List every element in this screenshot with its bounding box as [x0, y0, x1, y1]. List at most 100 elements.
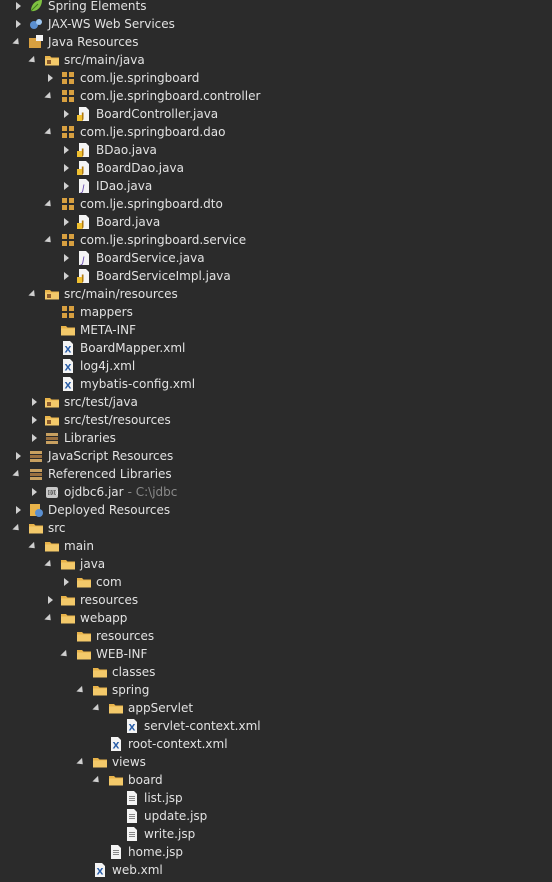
tree-item[interactable]: com.lje.springboard.dto [0, 195, 552, 213]
collapse-arrow-icon[interactable] [12, 451, 22, 461]
collapse-arrow-icon[interactable] [60, 181, 70, 191]
expand-arrow-icon[interactable] [60, 649, 70, 659]
expand-arrow-icon[interactable] [28, 541, 38, 551]
tree-item[interactable]: com.lje.springboard.service [0, 231, 552, 249]
collapse-arrow-icon[interactable] [44, 595, 54, 605]
tree-item[interactable]: J BoardDao.java [0, 159, 552, 177]
tree-item[interactable]: JAX-WS Web Services [0, 15, 552, 33]
tree-item[interactable]: J BDao.java [0, 141, 552, 159]
tree-item[interactable]: java [0, 555, 552, 573]
collapse-arrow-icon[interactable] [12, 1, 22, 11]
tree-item[interactable]: Xlog4j.xml [0, 357, 552, 375]
folder-icon [60, 322, 76, 338]
tree-item[interactable]: Xweb.xml [0, 861, 552, 879]
project-explorer-tree: Spring Elements JAX-WS Web Services Java R… [0, 0, 552, 882]
tree-item[interactable]: Deployed Resources [0, 501, 552, 519]
tree-item[interactable]: board [0, 771, 552, 789]
tree-item[interactable]: src/test/java [0, 393, 552, 411]
tree-item[interactable]: J Board.java [0, 213, 552, 231]
tree-item[interactable]: Xservlet-context.xml [0, 717, 552, 735]
expand-arrow-icon[interactable] [44, 91, 54, 101]
collapse-arrow-icon[interactable] [60, 163, 70, 173]
tree-item[interactable]: mappers [0, 303, 552, 321]
tree-item-label: Referenced Libraries [48, 467, 172, 481]
tree-item[interactable]: META-INF [0, 321, 552, 339]
expand-arrow-icon[interactable] [28, 55, 38, 65]
tree-item[interactable]: write.jsp [0, 825, 552, 843]
java-class-file-icon: J [76, 214, 92, 230]
collapse-arrow-icon[interactable] [12, 19, 22, 29]
tree-item[interactable]: resources [0, 627, 552, 645]
tree-item[interactable]: com.lje.springboard.controller [0, 87, 552, 105]
tree-item[interactable]: resources [0, 591, 552, 609]
tree-item[interactable]: WEB-INF [0, 645, 552, 663]
folder-icon [60, 610, 76, 626]
tree-item[interactable]: Referenced Libraries [0, 465, 552, 483]
tree-item[interactable]: Xmybatis-config.xml [0, 375, 552, 393]
tree-item[interactable]: Spring Elements [0, 0, 552, 15]
tree-item[interactable]: 010 ojdbc6.jar - C:\jdbc [0, 483, 552, 501]
expand-arrow-icon[interactable] [44, 613, 54, 623]
tree-item[interactable]: com.lje.springboard [0, 69, 552, 87]
tree-item-label: spring [112, 683, 150, 697]
tree-item[interactable]: appServlet [0, 699, 552, 717]
collapse-arrow-icon[interactable] [12, 505, 22, 515]
tree-item[interactable]: Java Resources [0, 33, 552, 51]
collapse-arrow-icon[interactable] [28, 397, 38, 407]
expand-arrow-icon[interactable] [12, 469, 22, 479]
tree-item[interactable]: src/test/resources [0, 411, 552, 429]
tree-item-label: Board.java [96, 215, 161, 229]
collapse-arrow-icon[interactable] [60, 145, 70, 155]
tree-item[interactable]: update.jsp [0, 807, 552, 825]
tree-item[interactable]: Libraries [0, 429, 552, 447]
collapse-arrow-icon[interactable] [60, 217, 70, 227]
jar-file-icon: 010 [44, 484, 60, 500]
java-resources-icon [28, 34, 44, 50]
expand-arrow-icon[interactable] [76, 757, 86, 767]
tree-item[interactable]: classes [0, 663, 552, 681]
collapse-arrow-icon[interactable] [44, 73, 54, 83]
expand-arrow-icon[interactable] [92, 703, 102, 713]
source-folder-icon [44, 52, 60, 68]
tree-item[interactable]: JavaScript Resources [0, 447, 552, 465]
tree-item[interactable]: com [0, 573, 552, 591]
collapse-arrow-icon[interactable] [28, 433, 38, 443]
tree-item[interactable]: J BoardController.java [0, 105, 552, 123]
expand-arrow-icon[interactable] [44, 199, 54, 209]
collapse-arrow-icon[interactable] [28, 415, 38, 425]
tree-item[interactable]: J BoardServiceImpl.java [0, 267, 552, 285]
tree-item[interactable]: J IDao.java [0, 177, 552, 195]
tree-item[interactable]: src/main/resources [0, 285, 552, 303]
collapse-arrow-icon[interactable] [60, 271, 70, 281]
tree-item[interactable]: webapp [0, 609, 552, 627]
javascript-resources-icon [28, 448, 44, 464]
expand-arrow-icon[interactable] [44, 127, 54, 137]
expand-arrow-icon[interactable] [12, 523, 22, 533]
expand-arrow-icon[interactable] [92, 775, 102, 785]
collapse-arrow-icon[interactable] [60, 109, 70, 119]
tree-item-label: com.lje.springboard.controller [80, 89, 261, 103]
tree-item-label: JAX-WS Web Services [48, 17, 175, 31]
expand-arrow-icon[interactable] [28, 289, 38, 299]
collapse-arrow-icon[interactable] [60, 253, 70, 263]
tree-item[interactable]: views [0, 753, 552, 771]
collapse-arrow-icon[interactable] [60, 577, 70, 587]
tree-item[interactable]: spring [0, 681, 552, 699]
tree-item[interactable]: com.lje.springboard.dao [0, 123, 552, 141]
tree-item[interactable]: list.jsp [0, 789, 552, 807]
tree-item[interactable]: home.jsp [0, 843, 552, 861]
expand-arrow-icon[interactable] [76, 685, 86, 695]
tree-item[interactable]: J BoardService.java [0, 249, 552, 267]
tree-item[interactable]: main [0, 537, 552, 555]
tree-item[interactable]: X BoardMapper.xml [0, 339, 552, 357]
tree-item[interactable]: src [0, 519, 552, 537]
svg-text:X: X [97, 868, 104, 878]
tree-item-label: resources [96, 629, 155, 643]
tree-item-label: Libraries [64, 431, 116, 445]
expand-arrow-icon[interactable] [12, 37, 22, 47]
tree-item[interactable]: Xroot-context.xml [0, 735, 552, 753]
expand-arrow-icon[interactable] [44, 235, 54, 245]
expand-arrow-icon[interactable] [44, 559, 54, 569]
tree-item[interactable]: src/main/java [0, 51, 552, 69]
collapse-arrow-icon[interactable] [28, 487, 38, 497]
